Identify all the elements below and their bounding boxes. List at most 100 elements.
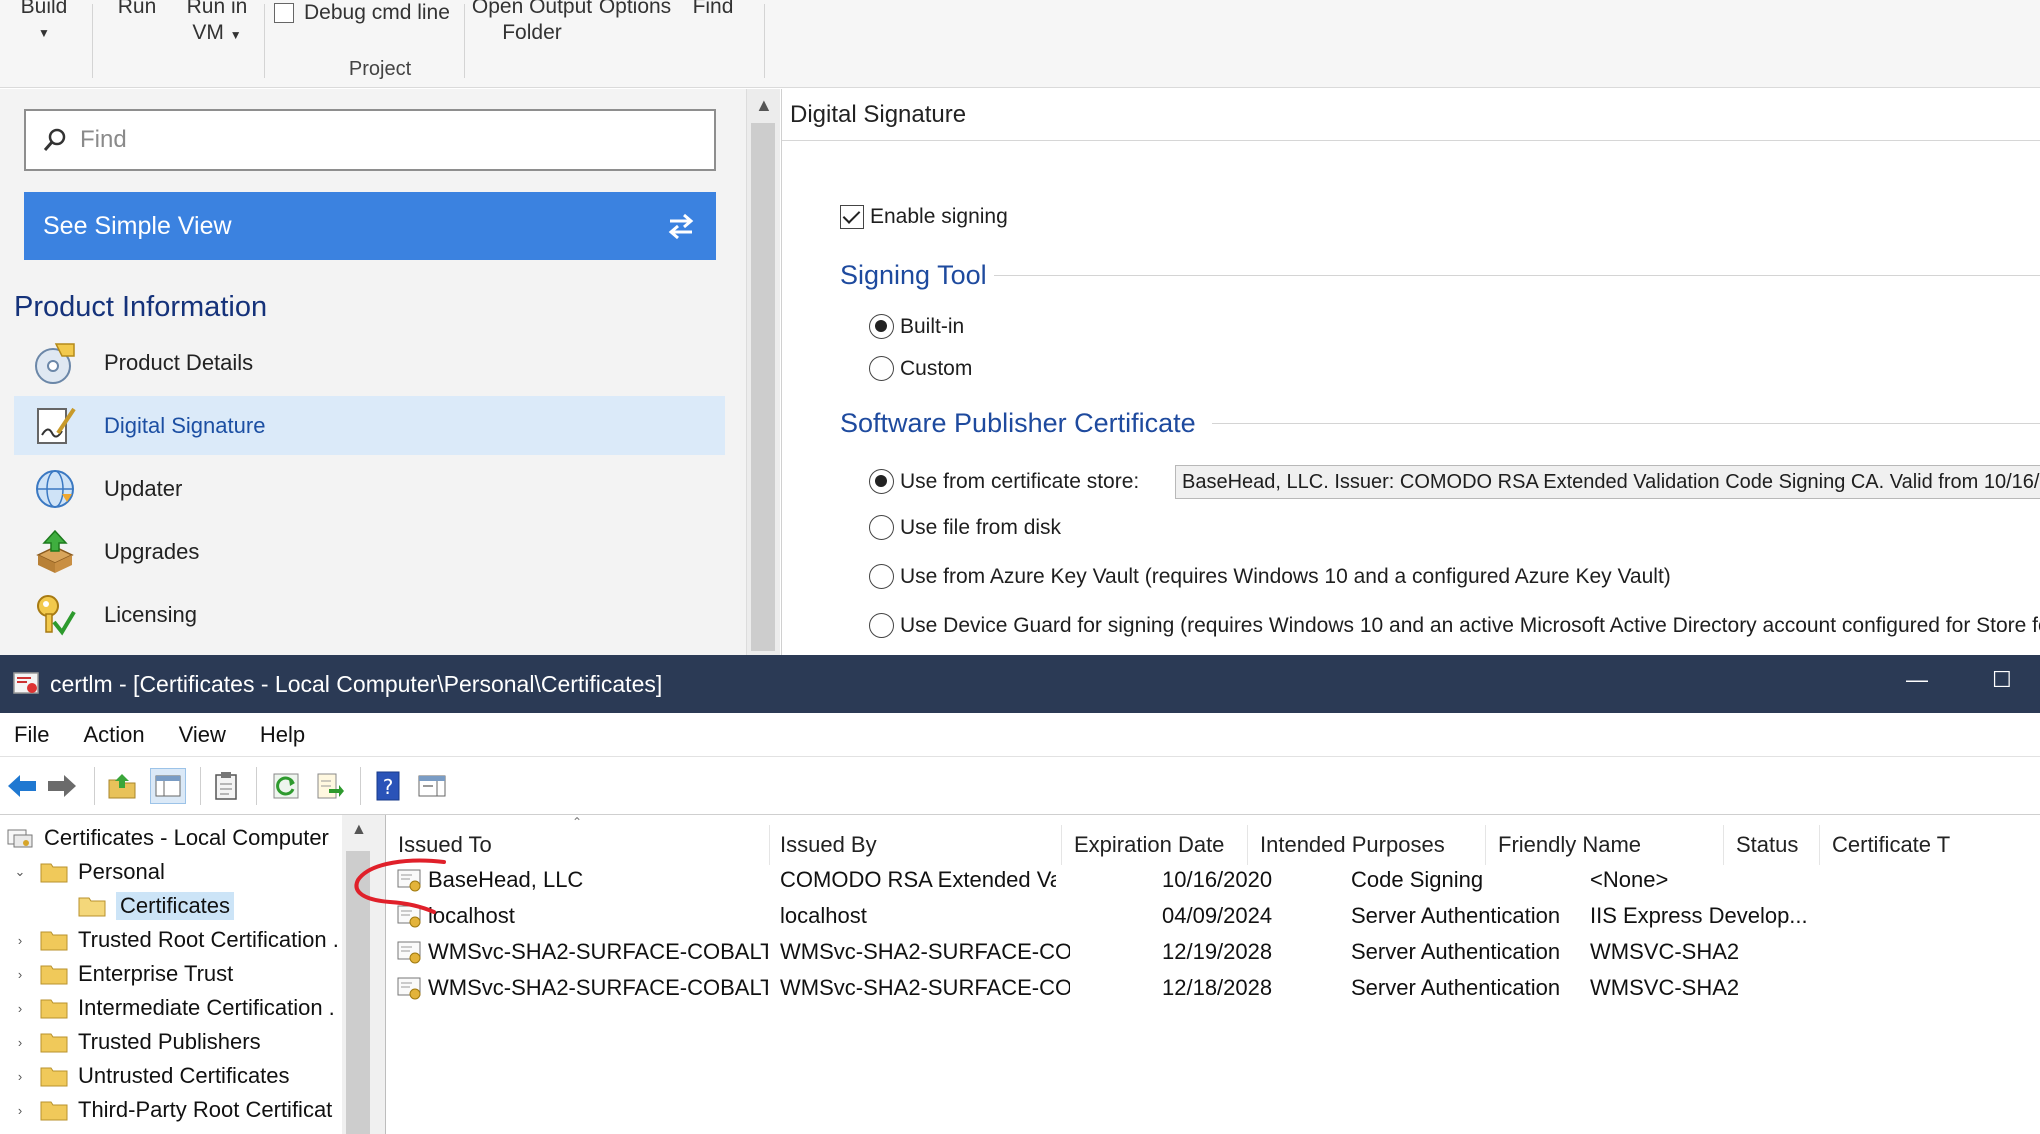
column-header-friendly-name[interactable]: Friendly Name [1486, 825, 1724, 865]
column-label: Intended Purposes [1260, 832, 1445, 857]
chevron-right-icon[interactable]: › [10, 1069, 30, 1084]
chevron-right-icon[interactable]: › [10, 1001, 30, 1016]
use-cert-store-radio[interactable]: Use from certificate store: [869, 469, 1139, 494]
nav-item-digital-signature[interactable]: Digital Signature [14, 396, 725, 455]
nav-item-product-details[interactable]: Product Details [14, 333, 725, 392]
chevron-down-icon[interactable]: ⌄ [10, 864, 30, 880]
ribbon-group-label: Project [348, 58, 412, 80]
radio-unselected[interactable] [869, 356, 894, 381]
scroll-up-icon[interactable]: ▲ [755, 95, 773, 116]
menu-view[interactable]: View [179, 722, 226, 748]
folder-icon [40, 965, 68, 985]
licensing-icon [30, 590, 80, 640]
signing-tool-heading: Signing Tool [840, 259, 987, 290]
menu-file[interactable]: File [14, 722, 49, 748]
cell-issued-to: WMSvc-SHA2-SURFACE-COBALT [428, 975, 768, 1000]
use-file-radio[interactable]: Use file from disk [869, 515, 1061, 540]
cell-intended-purposes: Server Authentication [1351, 903, 1561, 928]
chevron-right-icon[interactable]: › [10, 1103, 30, 1118]
use-azure-label: Use from Azure Key Vault (requires Windo… [900, 564, 1671, 588]
scroll-up-icon[interactable]: ▲ [351, 821, 367, 839]
show-action-pane-icon[interactable] [414, 768, 450, 804]
nav-item-upgrades[interactable]: Upgrades [14, 522, 725, 581]
minimize-button[interactable]: — [1906, 667, 1928, 693]
tree-node-enterprise-trust[interactable]: › Enterprise Trust [10, 957, 233, 991]
column-header-issued-by[interactable]: Issued By [768, 825, 1062, 865]
tree-node-intermediate[interactable]: › Intermediate Certification . [10, 991, 335, 1025]
column-header-status[interactable]: Status [1724, 825, 1820, 865]
cell-issued-to: localhost [428, 903, 515, 928]
folder-open-icon [78, 897, 106, 917]
enable-signing-label: Enable signing [870, 205, 1008, 228]
use-device-guard-radio[interactable]: Use Device Guard for signing (requires W… [869, 613, 2040, 638]
certlm-title-bar[interactable]: certlm - [Certificates - Local Computer\… [0, 655, 2040, 713]
see-simple-view-button[interactable]: See Simple View [24, 192, 716, 260]
chevron-right-icon[interactable]: › [10, 933, 30, 948]
options-button[interactable]: Options [598, 0, 672, 20]
radio-unselected[interactable] [869, 564, 894, 589]
forward-arrow-icon[interactable] [44, 768, 80, 804]
chevron-down-icon: ▼ [38, 26, 50, 40]
run-in-vm-button[interactable]: Run in VM ▼ [182, 0, 252, 48]
chevron-right-icon[interactable]: › [10, 967, 30, 982]
radio-selected[interactable] [869, 469, 894, 494]
run-button[interactable]: Run [112, 0, 162, 20]
find-input[interactable]: Find [24, 109, 716, 171]
tree-node-trusted-publishers[interactable]: › Trusted Publishers [10, 1025, 261, 1059]
tree-node-label: Enterprise Trust [78, 961, 234, 986]
builtin-label: Built-in [900, 314, 965, 338]
nav-item-licensing[interactable]: Licensing [14, 585, 725, 644]
radio-unselected[interactable] [869, 613, 894, 638]
custom-radio[interactable]: Custom [869, 356, 972, 381]
scrollbar-thumb[interactable] [751, 123, 775, 651]
menu-action[interactable]: Action [83, 722, 144, 748]
maximize-button[interactable]: ☐ [1992, 667, 2012, 693]
open-output-folder-button[interactable]: Open Output Folder [470, 0, 594, 46]
cell-issued-by: localhost [780, 903, 867, 928]
use-cert-store-label: Use from certificate store: [900, 469, 1140, 493]
checkbox-checked[interactable] [840, 205, 864, 229]
nav-pane-scrollbar[interactable]: ▲ [746, 89, 780, 655]
checkbox-box[interactable] [274, 3, 294, 23]
build-button[interactable]: Build ▼ [14, 0, 74, 46]
debug-cmd-line-checkbox[interactable]: Debug cmd line [274, 0, 464, 26]
refresh-icon[interactable] [268, 768, 304, 804]
chevron-right-icon[interactable]: › [10, 1035, 30, 1050]
back-arrow-icon[interactable] [4, 768, 40, 804]
tree-node-personal[interactable]: ⌄ Personal [10, 855, 165, 889]
column-header-expiration-date[interactable]: Expiration Date [1062, 825, 1248, 865]
use-azure-radio[interactable]: Use from Azure Key Vault (requires Windo… [869, 564, 1671, 589]
tree-node-trusted-root[interactable]: › Trusted Root Certification . [10, 923, 339, 957]
folder-icon [40, 1033, 68, 1053]
builtin-radio[interactable]: Built-in [869, 314, 964, 339]
ribbon: Build ▼ Run Run in VM ▼ Debug cmd line O… [0, 0, 2040, 88]
radio-unselected[interactable] [869, 515, 894, 540]
tree-node-untrusted[interactable]: › Untrusted Certificates [10, 1059, 290, 1093]
column-header-certificate-template[interactable]: Certificate T [1820, 825, 2040, 865]
clipboard-icon[interactable] [208, 768, 244, 804]
help-icon[interactable]: ? [370, 768, 406, 804]
tree-node-label: Third-Party Root Certificat [78, 1097, 333, 1122]
certificate-select-field[interactable]: BaseHead, LLC. Issuer: COMODO RSA Extend… [1175, 465, 2040, 499]
tree-node-certificates[interactable]: Certificates [78, 889, 235, 923]
radio-selected[interactable] [869, 314, 894, 339]
export-list-icon[interactable] [312, 768, 348, 804]
tree-node-root[interactable]: Certificates - Local Computer [6, 821, 329, 855]
certificate-icon [397, 941, 421, 964]
red-annotation-mark [354, 858, 446, 914]
column-label: Status [1736, 832, 1799, 857]
page-title: Digital Signature [782, 89, 2040, 141]
folder-icon [40, 1101, 68, 1121]
enable-signing-checkbox[interactable]: Enable signing [840, 205, 1008, 229]
up-folder-icon[interactable] [104, 768, 140, 804]
nav-item-updater[interactable]: Updater [14, 459, 725, 518]
tree-node-label: Certificates [116, 892, 235, 920]
find-button[interactable]: Find [690, 0, 736, 20]
tree-node-third-party-root[interactable]: › Third-Party Root Certificat [10, 1093, 332, 1127]
group-divider [994, 275, 2040, 276]
column-header-intended-purposes[interactable]: Intended Purposes [1248, 825, 1486, 865]
show-hide-console-tree-icon[interactable] [150, 768, 186, 804]
build-label: Build [20, 0, 68, 18]
menu-help[interactable]: Help [260, 722, 305, 748]
cell-friendly-name: WMSVC-SHA2 [1590, 975, 1740, 1000]
